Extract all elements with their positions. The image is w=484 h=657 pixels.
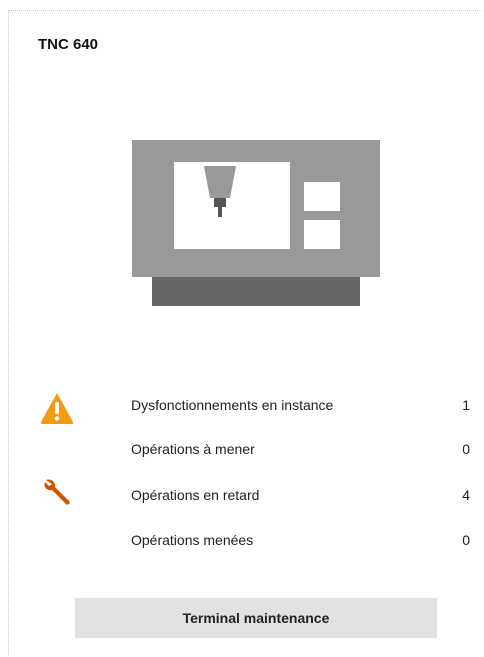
stat-value: 1 xyxy=(462,397,470,413)
wrench-icon xyxy=(44,479,70,505)
stat-label: Opérations menées xyxy=(131,532,254,548)
terminal-maintenance-button[interactable]: Terminal maintenance xyxy=(75,598,437,638)
machine-title: TNC 640 xyxy=(38,36,99,53)
stat-value: 0 xyxy=(462,532,470,548)
warning-icon xyxy=(40,393,74,424)
machine-card xyxy=(8,10,482,655)
stat-value: 4 xyxy=(462,487,470,503)
stat-row-operations-to-do: Opérations à mener 0 xyxy=(0,435,484,463)
stat-row-operations-late: Opérations en retard 4 xyxy=(0,479,484,509)
cnc-machine-icon xyxy=(132,140,380,306)
stat-value: 0 xyxy=(462,441,470,457)
stat-row-malfunctions: Dysfonctionnements en instance 1 xyxy=(0,391,484,424)
stat-label: Dysfonctionnements en instance xyxy=(131,397,334,413)
stat-label: Opérations en retard xyxy=(131,487,260,503)
stat-row-operations-done: Opérations menées 0 xyxy=(0,526,484,554)
stat-label: Opérations à mener xyxy=(131,441,255,457)
